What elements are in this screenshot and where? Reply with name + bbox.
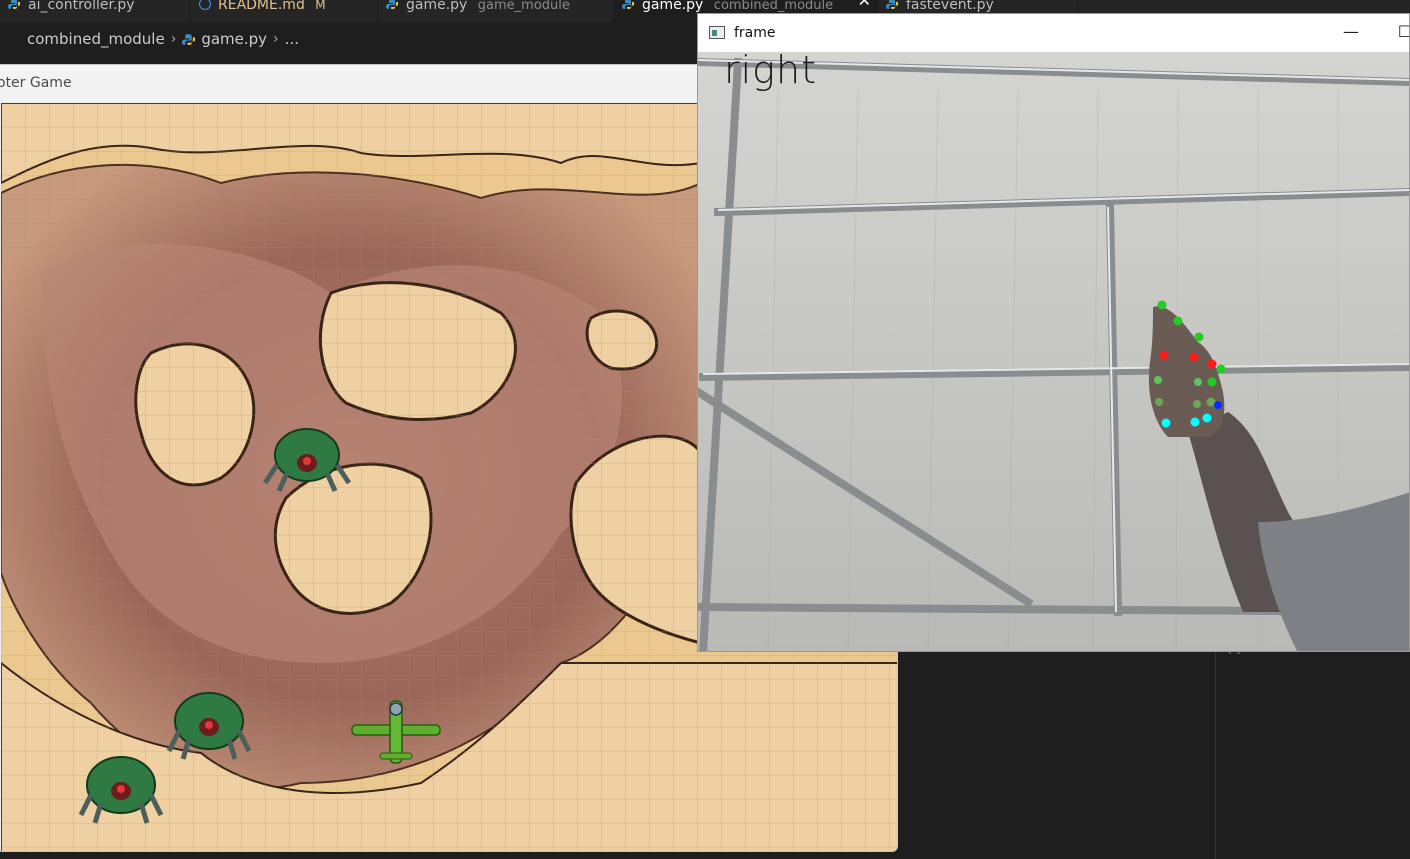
breadcrumb-folder[interactable]: combined_module [27, 30, 165, 48]
chevron-right-icon: › [273, 31, 279, 47]
frame-title-bar[interactable]: frame [698, 14, 1409, 52]
info-icon [199, 0, 211, 10]
tab-ai-controller[interactable]: ai_controller.py [0, 0, 190, 22]
breadcrumb: combined_module › game.py › ... [0, 22, 700, 56]
tab-label: fastevent.py [906, 0, 994, 13]
minimize-button[interactable]: — [1328, 14, 1374, 52]
tab-label: README.md [218, 0, 305, 13]
window-app-icon [709, 26, 725, 39]
frame-window-title: frame [734, 25, 776, 41]
tab-description: game_module [477, 0, 570, 13]
breadcrumb-more[interactable]: ... [285, 30, 299, 48]
python-icon [182, 33, 196, 45]
camera-feed: right [698, 52, 1409, 651]
panel-divider [1215, 650, 1216, 859]
python-icon [8, 0, 20, 9]
maximize-button[interactable]: ☐ [1382, 14, 1409, 52]
tab-game-module[interactable]: game.py game_module [378, 0, 614, 22]
close-icon[interactable]: ✕ [858, 0, 871, 9]
tab-label: ai_controller.py [28, 0, 135, 13]
tab-description: combined_module [713, 0, 834, 13]
tab-label: game.py [406, 0, 468, 13]
python-icon [886, 0, 898, 9]
camera-scene [698, 52, 1409, 651]
desktop: ai_controller.py README.md M game.py gam… [0, 0, 1410, 859]
tab-readme[interactable]: README.md M [190, 0, 378, 22]
python-icon [386, 0, 398, 9]
camera-frame-window[interactable]: frame — ☐ [697, 13, 1410, 652]
chevron-right-icon: › [170, 31, 177, 47]
modified-badge: M [315, 0, 326, 12]
python-icon [622, 0, 634, 9]
tab-label: game.py [642, 0, 704, 13]
breadcrumb-file[interactable]: game.py [201, 30, 267, 48]
gesture-label: right [724, 52, 817, 92]
